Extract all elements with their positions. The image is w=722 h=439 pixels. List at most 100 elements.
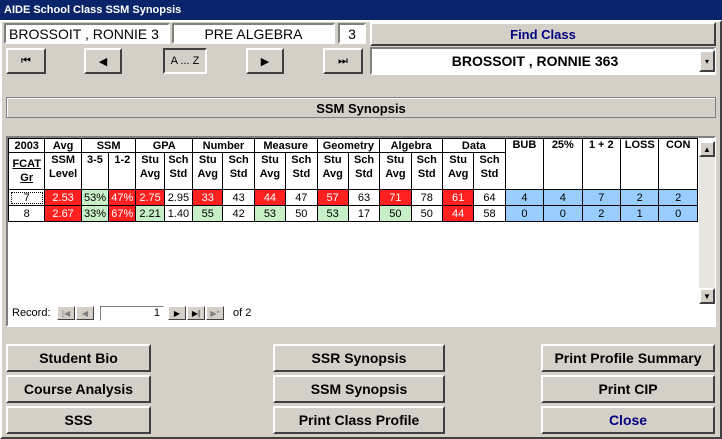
cell-con: 2 [658, 189, 698, 206]
next-icon: ▶ [260, 55, 270, 68]
record-previous-button[interactable]: ◀ [76, 306, 94, 320]
cell-measure-sch: 50 [285, 205, 318, 222]
chevron-down-icon: ▾ [704, 56, 709, 66]
cell-geometry-sch: 17 [347, 205, 381, 222]
header-gpa: GPA [135, 138, 194, 153]
next-record-button[interactable]: ▶ [246, 48, 284, 74]
student-name-field[interactable]: BROSSOIT , RONNIE 3 [4, 23, 170, 44]
alpha-sort-toggle[interactable]: A ... Z [163, 48, 207, 74]
cell-data-sch: 58 [473, 205, 506, 222]
cell-algebra-stu: 50 [379, 205, 412, 222]
chevron-up-icon: ▲ [703, 144, 711, 154]
record-number-input[interactable]: 1 [100, 306, 164, 321]
record-of-text: of [233, 307, 243, 319]
cell-number-sch: 43 [222, 189, 255, 206]
course-analysis-button[interactable]: Course Analysis [6, 375, 151, 403]
student-bio-button[interactable]: Student Bio [6, 344, 151, 372]
previous-record-button[interactable]: ◀ [84, 48, 122, 74]
header-geometry-sch-std: Sch Std [347, 152, 381, 190]
cell-measure-stu: 44 [253, 189, 287, 206]
last-record-button[interactable]: ⏭ [323, 48, 363, 74]
header-data-stu-avg: Stu Avg [441, 152, 475, 190]
cell-ssm-3-5: 53% [80, 189, 110, 206]
cell-gpa-sch: 1.40 [163, 205, 194, 222]
cell-grade[interactable]: 7 [7, 189, 46, 206]
header-loss: LOSS [619, 138, 660, 190]
table-row[interactable]: 8 2.67 33% 67% 2.21 1.40 55 42 53 50 53 … [7, 205, 698, 222]
cell-gpa-stu: 2.75 [135, 189, 165, 206]
cell-number-stu: 33 [192, 189, 224, 206]
record-of-label: of 2 [233, 307, 251, 319]
header-avg: Avg [44, 138, 82, 153]
header-ssm-1-2: 1-2 [108, 152, 137, 190]
cell-geometry-stu: 53 [316, 205, 349, 222]
header-fcat-gr: FCAT Gr [7, 152, 46, 190]
cell-ssm-1-2: 47% [108, 189, 137, 206]
header-con: CON [658, 138, 698, 190]
next-icon: ▶ [173, 308, 181, 318]
record-last-button[interactable]: ▶| [187, 306, 205, 320]
cell-ssm-3-5: 33% [80, 205, 110, 222]
section-title: SSM Synopsis [6, 97, 716, 118]
cell-data-sch: 64 [473, 189, 506, 206]
cell-number-sch: 42 [222, 205, 255, 222]
course-field[interactable]: PRE ALGEBRA [172, 23, 335, 44]
cell-data-stu: 44 [441, 205, 475, 222]
header-2003: 2003 [7, 138, 46, 153]
header-bub: BUB [504, 138, 545, 190]
first-record-button[interactable]: ⏮ [6, 48, 46, 74]
cell-avg: 2.67 [44, 205, 82, 222]
header-number: Number [192, 138, 255, 153]
record-new-button[interactable]: ▶* [206, 306, 224, 320]
record-total: 2 [245, 307, 252, 319]
previous-icon: ◀ [81, 308, 89, 318]
cell-data-stu: 61 [441, 189, 475, 206]
header-data-sch-std: Sch Std [473, 152, 506, 190]
first-icon: ⏮ [21, 54, 31, 67]
cell-grade[interactable]: 8 [7, 205, 46, 222]
period-field[interactable]: 3 [338, 23, 366, 44]
header-geometry: Geometry [316, 138, 381, 153]
scroll-down-button[interactable]: ▼ [699, 288, 715, 304]
ssr-synopsis-button[interactable]: SSR Synopsis [273, 344, 445, 372]
header-algebra-stu-avg: Stu Avg [379, 152, 412, 190]
ssm-synopsis-button[interactable]: SSM Synopsis [273, 375, 445, 403]
cell-algebra-sch: 78 [410, 189, 443, 206]
student-select-dropdown[interactable]: ▾ [699, 50, 715, 72]
cell-con: 0 [658, 205, 698, 222]
new-record-icon: ▶* [210, 308, 220, 318]
student-select[interactable]: BROSSOIT , RONNIE 363 [370, 47, 716, 75]
header-algebra: Algebra [379, 138, 443, 153]
cell-avg: 2.53 [44, 189, 82, 206]
cell-bub: 0 [504, 205, 545, 222]
header-one-two: 1 + 2 [581, 138, 621, 190]
previous-icon: ◀ [98, 55, 108, 68]
header-gpa-stu-avg: Stu Avg [135, 152, 165, 190]
header-geometry-stu-avg: Stu Avg [316, 152, 349, 190]
record-first-button[interactable]: |◀ [57, 306, 75, 320]
header-ssm-level: SSM Level [44, 152, 82, 190]
record-label: Record: [12, 307, 51, 319]
print-class-profile-button[interactable]: Print Class Profile [273, 406, 445, 434]
cell-25pct: 4 [543, 189, 583, 206]
table-row[interactable]: 7 2.53 53% 47% 2.75 2.95 33 43 44 47 57 … [7, 189, 698, 206]
header-number-sch-std: Sch Std [222, 152, 255, 190]
header-ssm: SSM [80, 138, 137, 153]
cell-ssm-1-2: 67% [108, 205, 137, 222]
scroll-up-button[interactable]: ▲ [699, 141, 715, 157]
header-algebra-sch-std: Sch Std [410, 152, 443, 190]
cell-25pct: 0 [543, 205, 583, 222]
vertical-scrollbar[interactable] [699, 141, 715, 304]
find-class-button[interactable]: Find Class [370, 22, 716, 46]
record-next-button[interactable]: ▶ [168, 306, 186, 320]
cell-gpa-stu: 2.21 [135, 205, 165, 222]
sss-button[interactable]: SSS [6, 406, 151, 434]
print-profile-summary-button[interactable]: Print Profile Summary [541, 344, 715, 372]
cell-algebra-stu: 71 [379, 189, 412, 206]
header-measure-stu-avg: Stu Avg [253, 152, 287, 190]
print-cip-button[interactable]: Print CIP [541, 375, 715, 403]
header-gpa-sch-std: Sch Std [163, 152, 194, 190]
header-25pct: 25% [543, 138, 583, 190]
close-button[interactable]: Close [541, 406, 715, 434]
first-icon: |◀ [61, 308, 71, 318]
